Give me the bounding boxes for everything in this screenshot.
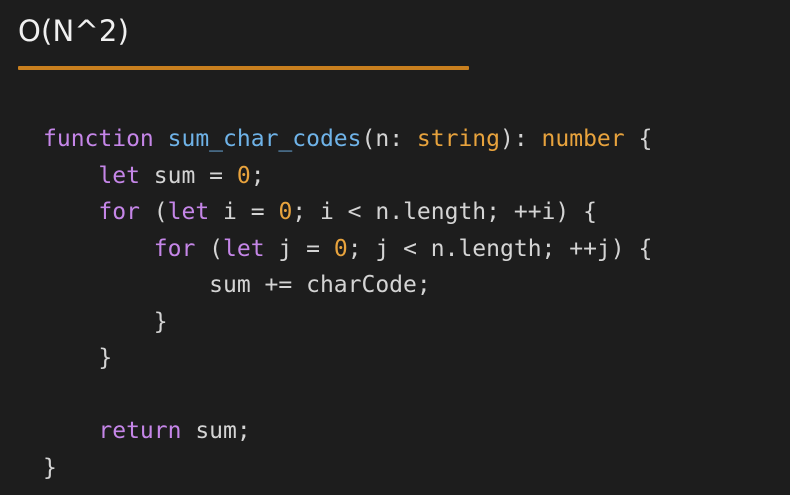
code-token-plain: (: [139, 199, 168, 225]
title-underline: [18, 66, 469, 70]
code-line: return sum;: [43, 413, 652, 450]
code-token-plain: sum =: [139, 162, 237, 189]
code-block: function sum_char_codes(n: string): numb…: [43, 121, 652, 486]
code-line: for (let j = 0; j < n.length; ++j) {: [43, 231, 653, 268]
code-token-number: 0: [333, 235, 348, 262]
code-token-plain: j =: [264, 235, 334, 262]
code-token-type: number: [541, 126, 625, 152]
code-token-keyword: for: [98, 199, 140, 225]
code-line: for (let i = 0; i < n.length; ++i) {: [43, 194, 652, 231]
slide: O(N^2) function sum_char_codes(n: string…: [0, 0, 790, 495]
code-token-plain: (n:: [361, 126, 417, 152]
code-line: }: [43, 340, 652, 377]
slide-title: O(N^2): [18, 14, 130, 48]
code-token-plain: sum += charCode;: [43, 272, 431, 298]
code-token-plain: (: [195, 235, 224, 262]
code-line: function sum_char_codes(n: string): numb…: [43, 121, 652, 158]
code-token-plain: sum;: [181, 418, 251, 444]
code-token-keyword: let: [98, 162, 140, 189]
code-line: }: [43, 450, 652, 487]
code-token-keyword: return: [98, 418, 182, 444]
code-token-fn: sum_char_codes: [167, 126, 362, 152]
code-token-plain: ):: [500, 126, 542, 152]
code-token-plain: {: [624, 126, 653, 152]
code-token-keyword: for: [153, 235, 196, 262]
code-token-plain: }: [43, 308, 168, 335]
code-token-keyword: let: [167, 199, 210, 225]
code-line: }: [43, 304, 652, 341]
code-line: sum += charCode;: [43, 267, 652, 304]
code-token-plain: ;: [250, 162, 265, 189]
code-token-keyword: function: [43, 126, 154, 152]
code-token-plain: ; i < n.length; ++i) {: [292, 199, 597, 225]
code-token-plain: ; j < n.length; ++j) {: [347, 235, 653, 262]
code-token-keyword: let: [223, 235, 265, 262]
code-token-plain: i =: [209, 199, 279, 225]
code-line: let sum = 0;: [43, 158, 652, 195]
code-token-number: 0: [278, 199, 293, 225]
code-token-type: string: [416, 126, 500, 152]
code-token-number: 0: [236, 162, 251, 189]
code-token-plain: }: [43, 454, 57, 481]
code-token-plain: }: [43, 345, 113, 371]
